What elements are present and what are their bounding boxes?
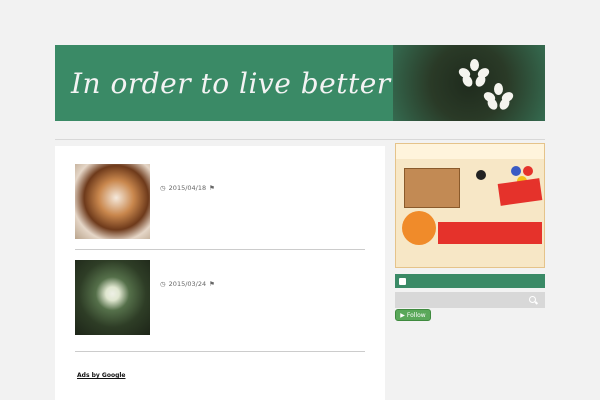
- rss-icon: [399, 277, 406, 285]
- post-meta: ◷ 2015/03/24 ⚑: [160, 280, 218, 288]
- clock-icon: ◷: [160, 280, 166, 288]
- post-date: 2015/03/24: [168, 280, 207, 288]
- divider: [75, 249, 365, 250]
- post-thumbnail[interactable]: [75, 260, 150, 335]
- ad-swatch: [523, 166, 533, 176]
- search-input[interactable]: [395, 292, 545, 308]
- banner-flower-icon: [457, 59, 491, 89]
- post-meta: ◷ 2015/04/18 ⚑: [160, 184, 218, 192]
- ad-links: Ads by Google: [77, 372, 143, 379]
- divider: [75, 351, 365, 352]
- ad-categories: [402, 248, 540, 264]
- post-thumbnail[interactable]: [75, 164, 150, 239]
- main-content: ◷ 2015/04/18 ⚑ ◷ 2015/03/24 ⚑ Ads by Goo…: [55, 146, 385, 400]
- ads-by-google[interactable]: Ads by Google: [77, 372, 125, 379]
- ad-corner-label: [497, 178, 543, 206]
- banner-flower-icon: [482, 83, 515, 112]
- header-banner[interactable]: In order to live better: [55, 45, 545, 121]
- banner-text: In order to live better: [71, 67, 391, 100]
- ad-brand: [396, 144, 544, 159]
- sidebar-ad-banner[interactable]: [395, 143, 545, 268]
- follow-label: Follow: [406, 311, 426, 319]
- post-date: 2015/04/18: [168, 184, 207, 192]
- tag-icon: ⚑: [209, 184, 215, 192]
- ad-banner-text: [438, 222, 542, 244]
- main-nav: [55, 124, 545, 140]
- ad-sticker: [402, 211, 436, 245]
- ad-swatch: [511, 166, 521, 176]
- ad-swatch: [476, 170, 486, 180]
- tag-icon: ⚑: [209, 280, 215, 288]
- feedly-icon: ▶: [400, 311, 405, 319]
- search-icon[interactable]: [529, 296, 536, 303]
- clock-icon: ◷: [160, 184, 166, 192]
- ad-furniture-image: [404, 168, 460, 208]
- rss-bar[interactable]: [395, 274, 545, 288]
- follow-button[interactable]: ▶ Follow: [395, 309, 431, 321]
